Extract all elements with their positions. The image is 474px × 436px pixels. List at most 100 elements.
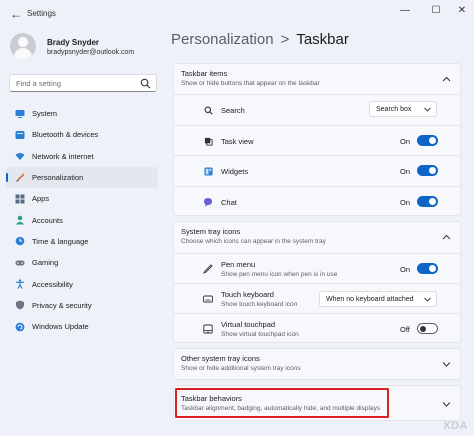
setting-label: Virtual touchpad	[221, 320, 276, 329]
breadcrumb-separator: >	[280, 31, 290, 48]
chevron-up-icon[interactable]	[442, 76, 451, 82]
close-button[interactable]: ✕	[453, 3, 471, 19]
touchpad-icon	[203, 324, 213, 334]
pen-menu-toggle[interactable]	[417, 263, 438, 274]
sidebar-item-label: Apps	[32, 194, 50, 204]
section-title: System tray icons	[181, 227, 241, 236]
settings-search-box[interactable]	[9, 74, 157, 92]
virtual-touchpad-toggle[interactable]	[417, 323, 438, 334]
setting-row-virtual-touchpad: Virtual touchpad Show virtual touchpad i…	[174, 313, 460, 343]
highlight-annotation-box	[175, 388, 389, 418]
task-view-toggle[interactable]	[417, 135, 438, 146]
chat-toggle[interactable]	[417, 196, 438, 207]
back-arrow-icon[interactable]: ←	[8, 6, 24, 22]
setting-row-search: Search Search box	[174, 94, 460, 125]
setting-description: Show pen menu icon when pen is in use	[221, 271, 338, 278]
chevron-down-icon[interactable]	[442, 361, 451, 367]
dropdown-value: When no keyboard attached	[326, 295, 414, 303]
accessibility-icon	[15, 279, 25, 289]
sidebar-item-label: Network & internet	[32, 151, 94, 161]
chevron-down-icon	[424, 297, 431, 302]
toggle-state-text: On	[400, 265, 411, 274]
app-title: Settings	[27, 9, 56, 18]
sidebar-nav: System Bluetooth & devices Network & int…	[6, 103, 158, 337]
sidebar-item-label: Windows Update	[32, 322, 89, 332]
update-icon	[15, 322, 25, 332]
breadcrumb: Personalization > Taskbar	[171, 31, 349, 48]
search-icon[interactable]	[140, 78, 151, 89]
user-email: bradypsnyder@outlook.com	[47, 49, 135, 56]
avatar[interactable]	[10, 33, 36, 59]
sidebar-item-system[interactable]: System	[6, 103, 158, 124]
system-tray-icons-card: System tray icons Choose which icons can…	[173, 221, 461, 343]
sidebar-item-label: Accessibility	[32, 279, 73, 289]
setting-row-chat: Chat On	[174, 186, 460, 216]
chevron-down-icon	[424, 107, 431, 112]
sidebar-item-label: Personalization	[32, 173, 84, 183]
dropdown-value: Search box	[376, 105, 412, 113]
sidebar-item-bluetooth[interactable]: Bluetooth & devices	[6, 124, 158, 145]
sidebar-item-apps[interactable]: Apps	[6, 188, 158, 209]
minimize-button[interactable]: —	[396, 3, 414, 19]
toggle-state-text: On	[400, 198, 411, 207]
touch-keyboard-dropdown[interactable]: When no keyboard attached	[319, 291, 437, 307]
section-title: Other system tray icons	[181, 354, 260, 363]
sidebar-item-time-language[interactable]: Time & language	[6, 231, 158, 252]
setting-label: Search	[221, 106, 245, 115]
toggle-state-text: Off	[400, 325, 410, 334]
sidebar-item-label: Privacy & security	[32, 300, 92, 310]
setting-label: Widgets	[221, 167, 249, 176]
widgets-icon	[203, 166, 213, 176]
breadcrumb-parent-link[interactable]: Personalization	[171, 31, 274, 48]
section-subtitle: Show or hide buttons that appear on the …	[181, 80, 320, 87]
sidebar-item-label: Accounts	[32, 215, 63, 225]
setting-row-pen-menu: Pen menu Show pen menu icon when pen is …	[174, 253, 460, 283]
gamepad-icon	[15, 258, 25, 268]
taskbar-items-card: Taskbar items Show or hide buttons that …	[173, 63, 461, 216]
search-icon	[203, 105, 213, 115]
search-mode-dropdown[interactable]: Search box	[369, 101, 437, 117]
section-subtitle: Choose which icons can appear in the sys…	[181, 238, 326, 245]
sidebar-item-accessibility[interactable]: Accessibility	[6, 273, 158, 294]
setting-row-widgets: Widgets On	[174, 155, 460, 186]
shield-icon	[15, 300, 25, 310]
sidebar-item-label: Time & language	[32, 236, 89, 246]
sidebar-item-label: Bluetooth & devices	[32, 130, 99, 140]
setting-label: Task view	[221, 137, 254, 146]
chevron-down-icon[interactable]	[442, 401, 451, 407]
setting-row-task-view: Task view On	[174, 125, 460, 155]
sidebar-item-privacy-security[interactable]: Privacy & security	[6, 295, 158, 316]
other-system-tray-icons-card[interactable]: Other system tray icons Show or hide add…	[173, 348, 461, 380]
sidebar-item-gaming[interactable]: Gaming	[6, 252, 158, 273]
watermark-logo: XDA	[443, 420, 468, 432]
pen-icon	[203, 264, 213, 274]
chevron-up-icon[interactable]	[442, 234, 451, 240]
bluetooth-icon	[15, 130, 25, 140]
search-input[interactable]	[16, 77, 136, 90]
setting-label: Touch keyboard	[221, 290, 274, 299]
sidebar-item-network[interactable]: Network & internet	[6, 146, 158, 167]
user-name: Brady Snyder	[47, 38, 100, 47]
section-title: Taskbar items	[181, 69, 228, 78]
chat-icon	[203, 197, 213, 207]
person-icon	[15, 215, 25, 225]
sidebar-item-personalization[interactable]: Personalization	[6, 166, 158, 189]
sidebar-item-label: System	[32, 109, 58, 119]
wifi-icon	[15, 151, 25, 161]
widgets-toggle[interactable]	[417, 165, 438, 176]
sidebar-item-accounts[interactable]: Accounts	[6, 209, 158, 230]
globe-clock-icon	[15, 236, 25, 246]
brush-icon	[15, 172, 25, 183]
setting-description: Show touch keyboard icon	[221, 301, 298, 308]
setting-label: Pen menu	[221, 260, 256, 269]
system-tray-icons-header[interactable]: System tray icons Choose which icons can…	[174, 222, 460, 254]
maximize-button[interactable]: ☐	[427, 3, 445, 19]
sidebar-item-label: Gaming	[32, 258, 59, 268]
setting-label: Chat	[221, 198, 237, 207]
keyboard-icon	[203, 294, 213, 304]
toggle-state-text: On	[400, 167, 411, 176]
sidebar-item-windows-update[interactable]: Windows Update	[6, 316, 158, 337]
setting-row-touch-keyboard: Touch keyboard Show touch keyboard icon …	[174, 283, 460, 313]
taskbar-items-header[interactable]: Taskbar items Show or hide buttons that …	[174, 64, 460, 96]
apps-icon	[15, 194, 25, 204]
